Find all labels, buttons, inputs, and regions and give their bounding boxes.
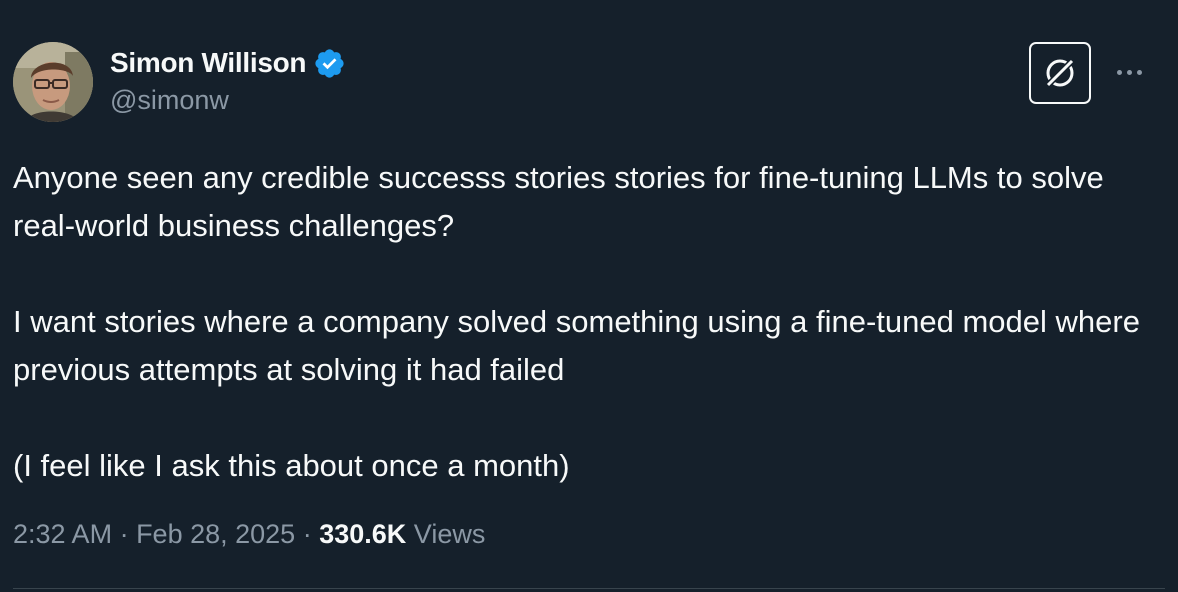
tweet-text: Anyone seen any credible successs storie…: [13, 154, 1153, 490]
verified-badge-icon[interactable]: [313, 47, 346, 80]
tweet-paragraph: Anyone seen any credible successs storie…: [13, 160, 1104, 243]
tweet-paragraph: (I feel like I ask this about once a mon…: [13, 448, 570, 483]
meta-separator: ·: [112, 519, 137, 549]
tweet-card: Simon Willison @simonw Anyone seen any c…: [0, 0, 1178, 592]
tweet-time[interactable]: 2:32 AM: [13, 519, 112, 549]
tweet-meta: 2:32 AM · Feb 28, 2025 · 330.6K Views: [13, 519, 485, 550]
avatar[interactable]: [13, 42, 93, 122]
more-options-icon-dot: [1136, 69, 1142, 75]
more-options-icon-dot: [1116, 69, 1122, 75]
author-name-row[interactable]: Simon Willison: [110, 44, 346, 82]
grok-button[interactable]: [1029, 42, 1091, 104]
tweet-date[interactable]: Feb 28, 2025: [136, 519, 295, 549]
more-options-icon-dot: [1126, 69, 1132, 75]
divider: [13, 588, 1165, 589]
author-handle[interactable]: @simonw: [110, 85, 229, 116]
display-name[interactable]: Simon Willison: [110, 47, 307, 79]
avatar-image: [13, 42, 93, 122]
grok-icon: [1043, 56, 1077, 90]
tweet-paragraph: I want stories where a company solved so…: [13, 304, 1140, 387]
views-count[interactable]: 330.6K: [319, 519, 406, 549]
meta-separator: ·: [295, 519, 320, 549]
more-options-button[interactable]: [1109, 56, 1149, 88]
views-label: Views: [413, 519, 486, 549]
